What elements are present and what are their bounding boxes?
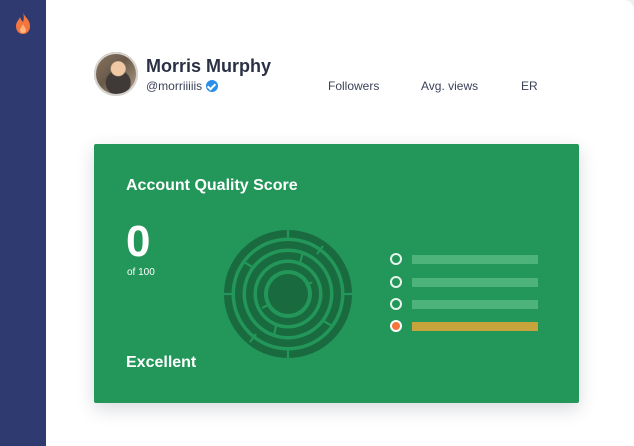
profile-handle: @morriiiiis: [146, 79, 219, 93]
account-quality-card: Account Quality Score 0 of 100 Excellent: [94, 144, 579, 403]
quality-metric-1: [390, 253, 538, 265]
metric-bar: [412, 300, 538, 309]
handle-text: @morriiiiis: [146, 79, 203, 93]
quality-metric-4: [390, 320, 538, 332]
avg-views-label: Avg. views: [421, 79, 479, 93]
quality-metric-2: [390, 276, 538, 288]
avatar[interactable]: [94, 52, 138, 96]
quality-metric-3: [390, 298, 538, 310]
quality-grade: Excellent: [126, 354, 197, 371]
metric-status-icon: [390, 276, 402, 288]
metric-status-icon: [390, 253, 402, 265]
card-title: Account Quality Score: [126, 177, 298, 194]
main-panel: Morris Murphy @morriiiiis Followers Avg.…: [46, 0, 634, 446]
sidebar: [0, 0, 46, 446]
score-suffix: of 100: [127, 267, 155, 278]
metric-bar: [412, 278, 538, 287]
app-frame: Morris Murphy @morriiiiis Followers Avg.…: [0, 0, 634, 446]
metric-status-icon: [390, 298, 402, 310]
metric-bar: [412, 255, 538, 264]
metric-bar: [412, 322, 538, 331]
metric-alert-icon: [390, 320, 402, 332]
flame-icon[interactable]: [12, 11, 34, 35]
verified-badge-icon: [206, 80, 219, 92]
er-label: ER: [521, 79, 538, 93]
quality-score: 0: [126, 217, 151, 266]
profile-name: Morris Murphy: [146, 56, 272, 76]
quality-rings-chart: [224, 230, 352, 358]
followers-label: Followers: [328, 79, 380, 93]
